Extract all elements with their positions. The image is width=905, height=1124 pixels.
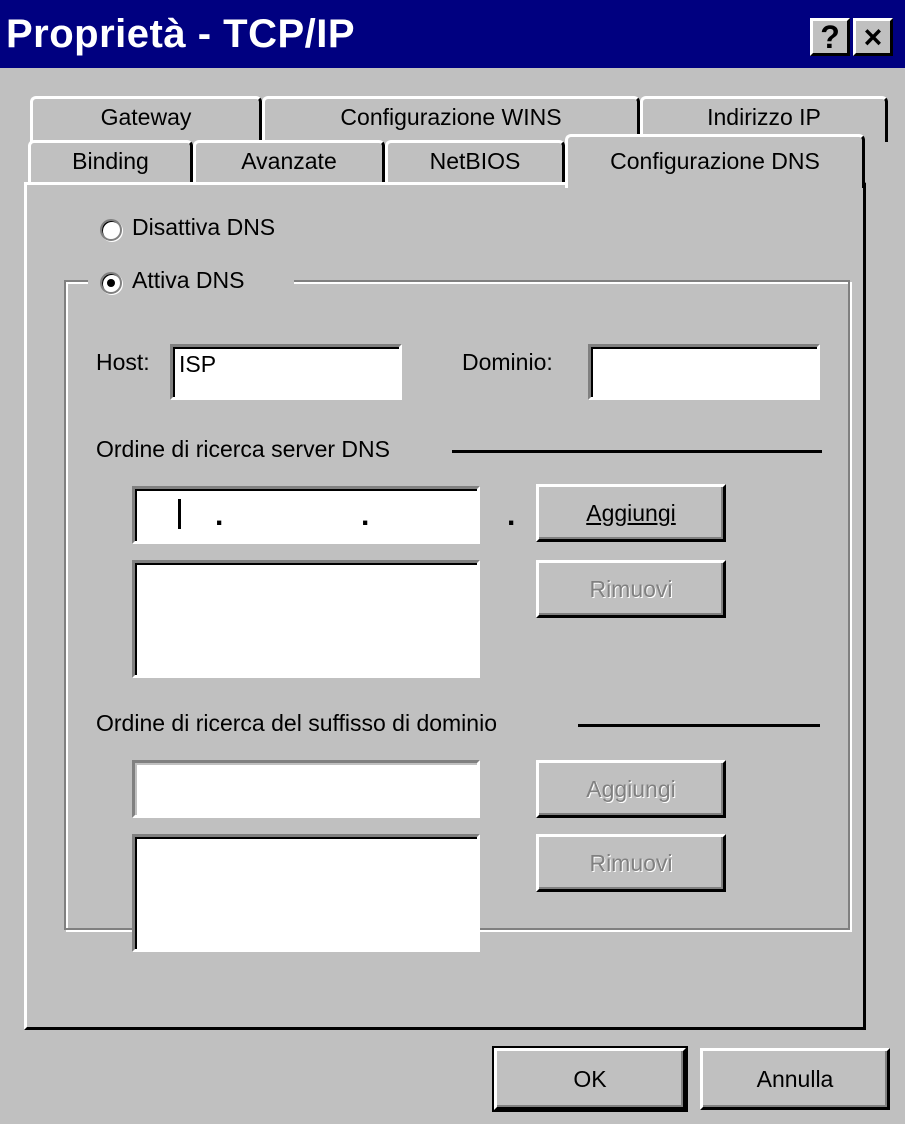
enable-dns-radio[interactable] [100, 272, 122, 294]
text-cursor [178, 499, 181, 529]
help-button[interactable]: ? [810, 18, 850, 56]
suffix-order-divider [578, 724, 820, 727]
close-icon: × [863, 19, 883, 55]
tab-binding[interactable]: Binding [28, 140, 193, 186]
enable-dns-label[interactable]: Attiva DNS [132, 267, 244, 294]
suffix-remove-button[interactable]: Rimuovi [536, 834, 726, 892]
host-value: ISP [179, 351, 217, 377]
window-title: Proprietà - TCP/IP [6, 12, 356, 56]
disable-dns-radio[interactable] [100, 219, 122, 241]
title-bar[interactable]: Proprietà - TCP/IP ? × [0, 0, 905, 68]
tab-gateway[interactable]: Gateway [30, 96, 262, 142]
suffix-list[interactable] [132, 834, 480, 952]
domain-label: Dominio: [462, 349, 553, 375]
suffix-add-button[interactable]: Aggiungi [536, 760, 726, 818]
cancel-button[interactable]: Annulla [700, 1048, 890, 1110]
ip-dots: . . . [215, 499, 532, 532]
radio-dot [107, 279, 115, 287]
close-button[interactable]: × [853, 18, 893, 56]
server-add-button[interactable]: Aggiungi [536, 484, 726, 542]
ok-button[interactable]: OK [492, 1046, 688, 1112]
suffix-input[interactable] [132, 760, 480, 818]
host-label: Host: [96, 349, 150, 375]
suffix-order-label: Ordine di ricerca del suffisso di domini… [96, 710, 497, 736]
domain-input[interactable] [588, 344, 820, 400]
server-order-divider [452, 450, 822, 453]
tab-avanzate[interactable]: Avanzate [193, 140, 385, 186]
tab-configurazione-dns[interactable]: Configurazione DNS [565, 134, 865, 188]
host-input[interactable]: ISP [170, 344, 402, 400]
server-remove-button[interactable]: Rimuovi [536, 560, 726, 618]
disable-dns-label[interactable]: Disattiva DNS [132, 214, 275, 241]
tab-netbios[interactable]: NetBIOS [385, 140, 565, 186]
server-order-label: Ordine di ricerca server DNS [96, 436, 390, 462]
dns-server-list[interactable] [132, 560, 480, 678]
dns-server-ip-input[interactable]: . . . [132, 486, 515, 544]
